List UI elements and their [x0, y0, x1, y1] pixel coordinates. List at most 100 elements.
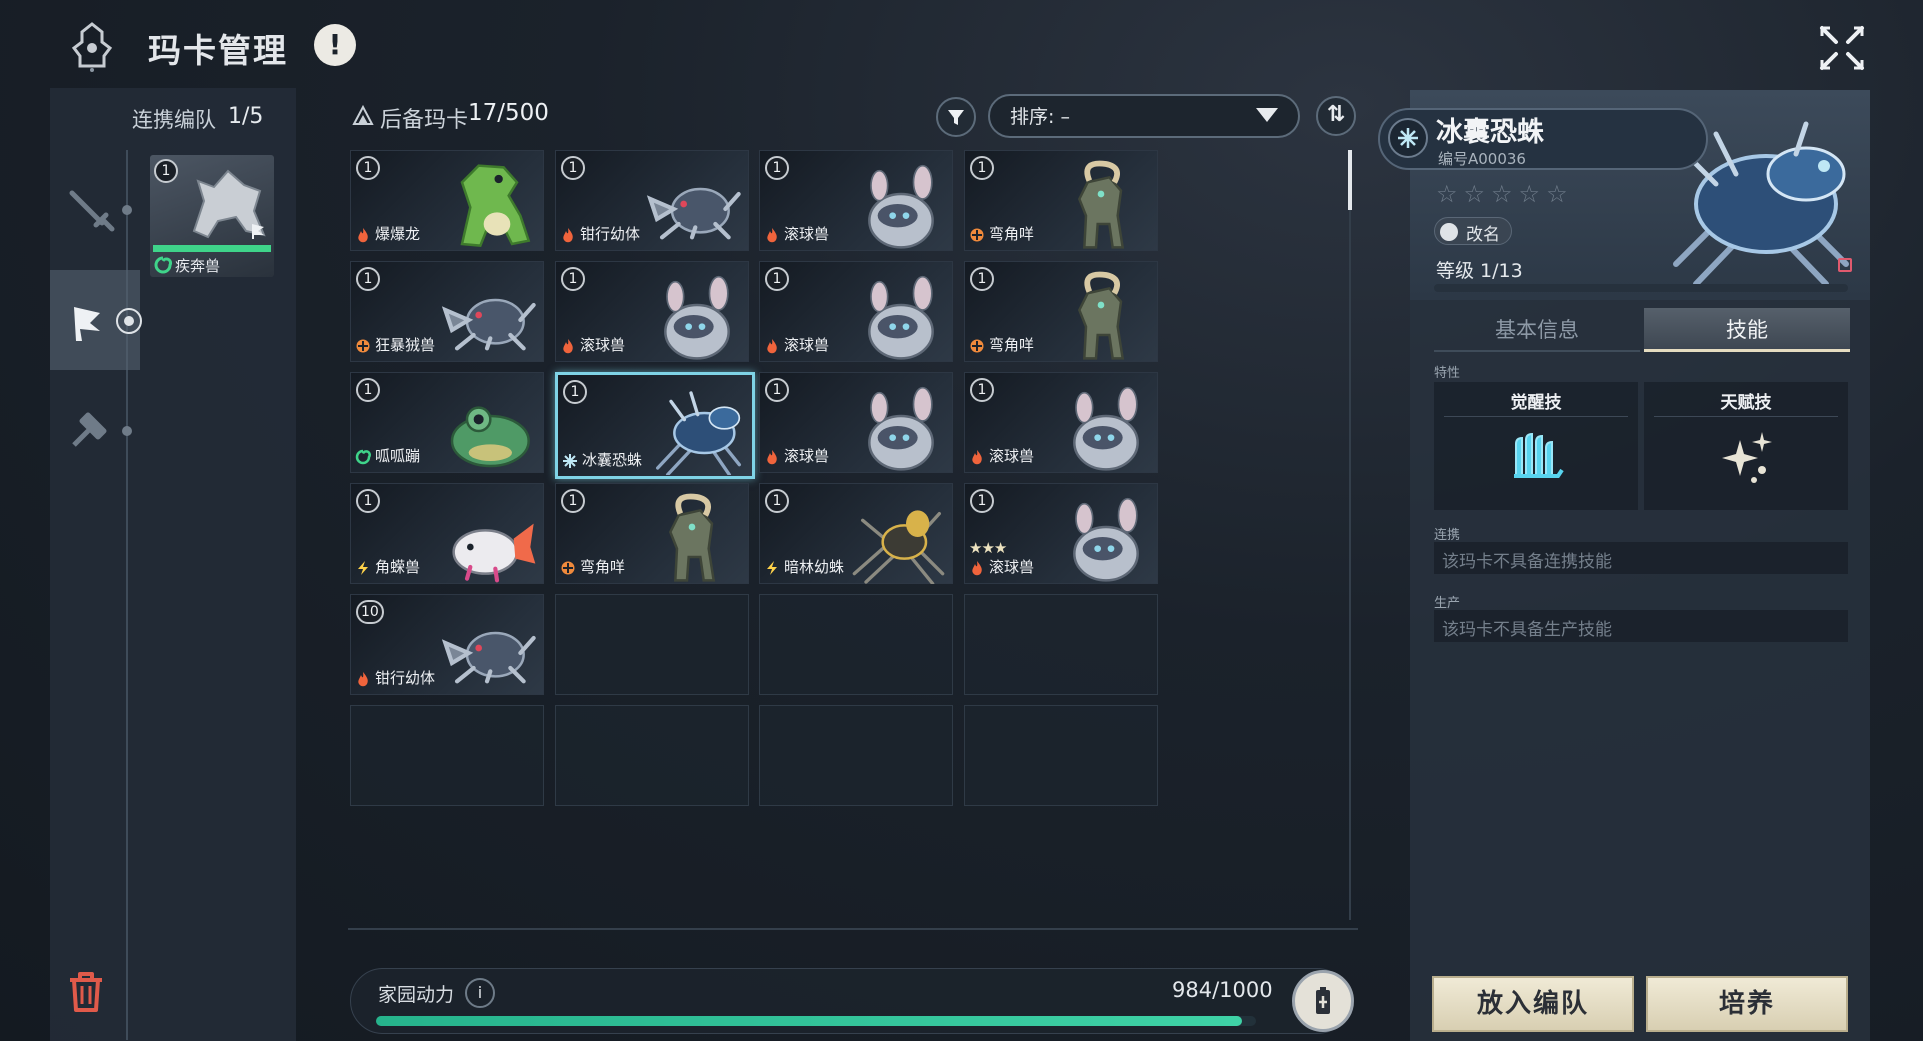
reserve-card[interactable]: 1 角蝾兽 [350, 483, 544, 584]
goat-art [668, 493, 716, 582]
earth-element-icon [561, 561, 575, 575]
reserve-card[interactable]: 1 滚球兽 [759, 150, 953, 251]
fire-element-icon [563, 228, 573, 243]
fire-element-icon [563, 339, 573, 354]
reserve-card[interactable]: 1 冰囊恐蛛 [555, 372, 755, 479]
chevron-down-icon [1256, 108, 1278, 122]
level-badge: 1 [356, 489, 380, 513]
info-icon[interactable]: i [465, 978, 495, 1008]
skill-divider [1444, 416, 1628, 417]
link-skill-label: 连携 [1434, 528, 1461, 543]
card-name: 滚球兽 [784, 447, 830, 465]
card-name: 滚球兽 [989, 558, 1035, 576]
reserve-card[interactable]: 1 弯角咩 [555, 483, 749, 584]
dino-art [460, 164, 531, 247]
lock-icon[interactable] [1838, 258, 1852, 272]
reserve-card[interactable]: 1 滚球兽 [759, 261, 953, 362]
reserve-card[interactable]: 1 狂暴狨兽 [350, 261, 544, 362]
battery-icon [1316, 987, 1330, 1014]
card-name: 滚球兽 [784, 336, 830, 354]
reserve-card[interactable]: 10 钳行幼体 [350, 594, 544, 695]
home-power-value: 984/1000 [1172, 978, 1273, 1002]
empty-card-slot [555, 705, 749, 806]
rename-label: 改名 [1466, 225, 1500, 245]
reserve-card[interactable]: 1 滚球兽 [759, 372, 953, 473]
fire-element-icon [767, 450, 777, 465]
level-badge: 1 [563, 380, 587, 404]
earth-element-icon [970, 339, 984, 353]
production-skill-label: 生产 [1434, 596, 1461, 611]
reserve-card[interactable]: 1 呱呱蹦 [350, 372, 544, 473]
reserve-card[interactable]: 1 弯角咩 [964, 150, 1158, 251]
mouse-art [868, 386, 934, 471]
card-name: 角蝾兽 [375, 558, 421, 576]
team-title: 连携编队 [132, 108, 216, 132]
level-badge: 1 [765, 378, 789, 402]
pet-id: 编号A00036 [1438, 150, 1526, 168]
page-title: 玛卡管理 [148, 31, 288, 70]
tab-basic-info[interactable]: 基本信息 [1434, 308, 1640, 352]
mouse-art [868, 164, 934, 249]
filter-button[interactable] [936, 97, 976, 137]
level-badge: 1 [356, 267, 380, 291]
earth-element-icon [970, 228, 984, 242]
spider-art [656, 391, 741, 475]
train-button[interactable]: 培养 [1646, 976, 1848, 1032]
tab-skill[interactable]: 技能 [1644, 308, 1850, 352]
level-badge: 1 [356, 156, 380, 180]
fire-element-icon [358, 228, 368, 243]
home-power-bar [376, 1016, 1256, 1026]
reserve-card[interactable]: 1 滚球兽 [555, 261, 749, 362]
wind-element-icon [355, 449, 371, 465]
mouse-art [1073, 386, 1139, 471]
crab-art [441, 631, 536, 684]
pet-emblem-icon [71, 22, 113, 72]
reserve-card[interactable]: 1 钳行幼体 [555, 150, 749, 251]
reserve-card[interactable]: 1 爆爆龙 [350, 150, 544, 251]
mountain-icon [352, 104, 374, 125]
star-rating: ☆☆☆☆☆ [1436, 180, 1574, 208]
level-badge: 1 [561, 267, 585, 291]
target-icon [116, 308, 142, 334]
reserve-card[interactable]: 1 ★★★ 滚球兽 [964, 483, 1158, 584]
rail-dot [122, 426, 132, 436]
level-badge: 1 [765, 267, 789, 291]
reserve-card[interactable]: 1 暗林幼蛛 [759, 483, 953, 584]
exp-bar [1434, 284, 1848, 292]
card-name: 爆爆龙 [375, 225, 421, 243]
reserve-card[interactable]: 1 滚球兽 [964, 372, 1158, 473]
card-name: 暗林幼蛛 [784, 558, 845, 576]
link-skill-text: 该玛卡不具备连携技能 [1442, 552, 1612, 572]
rail-dot [122, 205, 132, 215]
empty-card-slot [964, 705, 1158, 806]
hammer-icon [72, 412, 107, 447]
add-to-team-button[interactable]: 放入编队 [1432, 976, 1634, 1032]
team-member-hp-bar [153, 245, 271, 252]
card-name: 冰囊恐蛛 [582, 451, 643, 469]
card-name: 滚球兽 [784, 225, 830, 243]
card-name: 狂暴狨兽 [375, 336, 436, 354]
card-name: 呱呱蹦 [375, 447, 421, 465]
alert-icon[interactable]: ! [314, 24, 356, 66]
trash-icon[interactable] [62, 968, 110, 1016]
wind-element-icon [154, 256, 172, 274]
card-name: 钳行幼体 [375, 669, 436, 687]
fire-element-icon [767, 339, 777, 354]
reserve-card[interactable]: 1 弯角咩 [964, 261, 1158, 362]
close-icon[interactable] [1816, 22, 1868, 74]
mouse-art [1073, 497, 1139, 582]
crab-art [441, 298, 536, 351]
power-fill [376, 1016, 1242, 1026]
level-badge: 1 [970, 378, 994, 402]
edit-icon [1440, 223, 1458, 241]
sort-order-button[interactable]: ⇅ [1316, 96, 1356, 136]
flag-icon [74, 307, 100, 341]
battery-button[interactable] [1292, 970, 1354, 1032]
grid-divider [348, 928, 1358, 930]
star-rating: ★★★ [969, 539, 1007, 557]
ice-element-icon [563, 454, 577, 468]
card-name: 弯角咩 [989, 336, 1035, 354]
level-badge: 1 [765, 156, 789, 180]
axolotl-art [452, 523, 536, 583]
ice-element-icon [1388, 118, 1428, 158]
